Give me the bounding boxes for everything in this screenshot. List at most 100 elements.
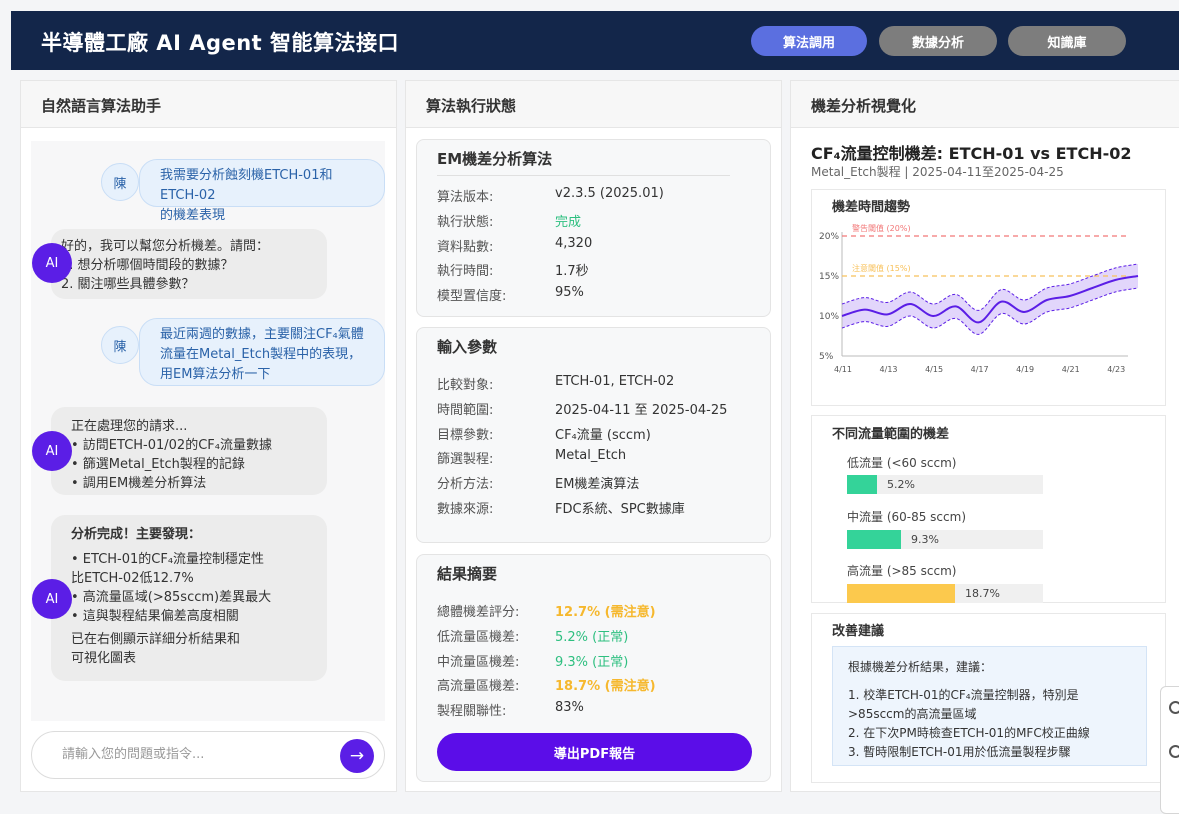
advice-content: 根據機差分析結果，建議： 1. 校準ETCH-01的CF₄流量控制器，特別是 >… bbox=[832, 646, 1147, 766]
user-avatar: 陳 bbox=[101, 326, 139, 364]
message-line: • 調用EM機差分析算法 bbox=[71, 476, 207, 491]
app-header: 半導體工廠 AI Agent 智能算法接口 算法調用 數據分析 知識庫 bbox=[11, 11, 1179, 70]
advice-item: 1. 校準ETCH-01的CF₄流量控制器，特別是 bbox=[848, 688, 1079, 702]
range-track: 5.2% bbox=[847, 475, 1043, 494]
score-value: 12.7% (需注意) bbox=[555, 605, 656, 620]
advice-title: 改善建議 bbox=[832, 624, 885, 639]
advice-box: 改善建議 根據機差分析結果，建議： 1. 校準ETCH-01的CF₄流量控制器，… bbox=[811, 613, 1166, 783]
message-line: 正在處理您的請求... bbox=[71, 419, 188, 434]
score-value: 5.2% (正常) bbox=[555, 630, 629, 645]
kv-key: 模型置信度: bbox=[437, 289, 507, 304]
flow-range-box: 不同流量範圍的機差 低流量 (<60 sccm) 5.2% 中流量 (60-85… bbox=[811, 415, 1166, 603]
viz-panel-header: 機差分析視覺化 bbox=[791, 81, 1179, 128]
chart-subtitle: Metal_Etch製程 | 2025-04-11至2025-04-25 bbox=[811, 165, 1064, 179]
ai-message: 好的，我可以幫您分析機差。請問： 1. 想分析哪個時間段的數據？ 2. 關注哪些… bbox=[51, 229, 327, 299]
x-tick-label: 4/19 bbox=[1016, 365, 1034, 374]
settings-icon[interactable] bbox=[1169, 745, 1179, 758]
kv-key: 低流量區機差: bbox=[437, 630, 520, 645]
input-params-card: 輸入參數 比較對象: ETCH-01, ETCH-02 時間範圍: 2025-04-… bbox=[416, 327, 771, 543]
arrow-right-icon: → bbox=[349, 746, 365, 766]
kv-key: 比較對象: bbox=[437, 378, 494, 393]
kv-key: 目標參數: bbox=[437, 428, 494, 443]
message-line: 已在右側顯示詳細分析結果和 bbox=[71, 632, 241, 647]
ai-avatar: AI bbox=[32, 579, 72, 619]
x-tick-label: 4/15 bbox=[925, 365, 943, 374]
kv-value: 2025-04-11 至 2025-04-25 bbox=[555, 403, 728, 418]
trend-chart: 警告閾值 (20%) 注意閾值 (15%) 20% 15% 10% 5%4/11 4/13… bbox=[819, 223, 1139, 374]
advice-intro: 根據機差分析結果，建議： bbox=[848, 660, 993, 674]
range-bar bbox=[847, 475, 877, 494]
chat-panel: 自然語言算法助手 陳 我需要分析蝕刻機ETCH-01和ETCH-02 的機差表現… bbox=[20, 80, 397, 792]
message-line: 2. 關注哪些具體參數？ bbox=[61, 277, 195, 292]
kv-key: 執行狀態: bbox=[437, 215, 494, 230]
floating-toolbar[interactable] bbox=[1160, 686, 1179, 814]
ai-avatar: AI bbox=[32, 431, 72, 471]
tab-algorithm-call[interactable]: 算法調用 bbox=[751, 26, 867, 56]
ai-message: 分析完成！主要發現： • ETCH-01的CF₄流量控制穩定性 比ETCH-02… bbox=[51, 515, 327, 681]
message-line: 用EM算法分析一下 bbox=[160, 367, 271, 382]
message-line: 可視化圖表 bbox=[71, 651, 137, 666]
kv-key: 高流量區機差: bbox=[437, 679, 520, 694]
score-value: 18.7% (需注意) bbox=[555, 679, 656, 694]
export-pdf-button[interactable]: 導出PDF報告 bbox=[437, 733, 752, 771]
flow-range-title: 不同流量範圍的機差 bbox=[832, 427, 950, 442]
kv-key: 中流量區機差: bbox=[437, 655, 520, 670]
range-track: 18.7% bbox=[847, 584, 1043, 603]
chat-messages[interactable]: 陳 我需要分析蝕刻機ETCH-01和ETCH-02 的機差表現 好的，我可以幫您… bbox=[31, 141, 385, 721]
divider bbox=[437, 175, 730, 176]
user-avatar: 陳 bbox=[101, 163, 139, 201]
ai-message: 正在處理您的請求... • 訪問ETCH-01/02的CF₄流量數據 • 篩選M… bbox=[51, 407, 327, 495]
y-tick-label: 15% bbox=[819, 272, 839, 282]
kv-key: 執行時間: bbox=[437, 264, 494, 279]
advice-item: 2. 在下次PM時檢查ETCH-01的MFC校正曲線 bbox=[848, 726, 1090, 740]
params-card-title: 輸入參數 bbox=[437, 338, 498, 356]
chart-title: CF₄流量控制機差: ETCH-01 vs ETCH-02 bbox=[811, 144, 1132, 163]
range-value: 18.7% bbox=[965, 587, 1000, 600]
chat-input-box: → bbox=[31, 731, 385, 779]
message-line: 流量在Metal_Etch製程中的表現， bbox=[160, 347, 362, 362]
kv-value: Metal_Etch bbox=[555, 448, 627, 463]
message-line: 最近兩週的數據，主要關注CF₄氣體 bbox=[160, 327, 364, 342]
kv-value: CF₄流量 (sccm) bbox=[555, 428, 651, 443]
message-line: 我需要分析蝕刻機ETCH-01和ETCH-02 bbox=[160, 168, 333, 203]
kv-key: 總體機差評分: bbox=[437, 605, 520, 620]
kv-key: 資料點數: bbox=[437, 240, 494, 255]
search-icon[interactable] bbox=[1169, 701, 1179, 714]
score-value: 9.3% (正常) bbox=[555, 655, 629, 670]
app-title: 半導體工廠 AI Agent 智能算法接口 bbox=[41, 31, 400, 55]
kv-value: 83% bbox=[555, 700, 584, 715]
y-tick-label: 20% bbox=[819, 232, 839, 242]
message-line: 比ETCH-02低12.7% bbox=[71, 571, 194, 586]
kv-value: FDC系統、SPC數據庫 bbox=[555, 502, 685, 517]
message-line: 的機差表現 bbox=[160, 208, 226, 223]
send-button[interactable]: → bbox=[340, 739, 374, 773]
tab-knowledge-base[interactable]: 知識庫 bbox=[1008, 26, 1126, 56]
kv-value: EM機差演算法 bbox=[555, 477, 640, 492]
message-line: 好的，我可以幫您分析機差。請問： bbox=[61, 239, 270, 254]
x-tick-label: 4/17 bbox=[971, 365, 989, 374]
kv-value: 4,320 bbox=[555, 236, 593, 251]
viz-panel: 機差分析視覺化 CF₄流量控制機差: ETCH-01 vs ETCH-02 Me… bbox=[790, 80, 1179, 792]
message-line: • 訪問ETCH-01/02的CF₄流量數據 bbox=[71, 438, 272, 453]
range-track: 9.3% bbox=[847, 530, 1043, 549]
x-tick-label: 4/21 bbox=[1062, 365, 1080, 374]
message-line: • 高流量區域(>85sccm)差異最大 bbox=[71, 590, 272, 605]
range-value: 5.2% bbox=[887, 478, 915, 491]
chat-input[interactable] bbox=[60, 746, 324, 763]
algorithm-card-title: EM機差分析算法 bbox=[437, 150, 553, 168]
message-heading: 分析完成！主要發現： bbox=[71, 527, 202, 542]
kv-key: 製程關聯性: bbox=[437, 704, 507, 719]
tab-data-analysis[interactable]: 數據分析 bbox=[879, 26, 997, 56]
x-tick-label: 4/13 bbox=[880, 365, 898, 374]
y-tick-label: 10% bbox=[819, 312, 839, 322]
chat-panel-header: 自然語言算法助手 bbox=[21, 81, 396, 128]
viz-panel-title: 機差分析視覺化 bbox=[811, 97, 917, 115]
x-tick-label: 4/23 bbox=[1107, 365, 1125, 374]
range-label: 低流量 (<60 sccm) bbox=[847, 456, 957, 470]
user-message: 最近兩週的數據，主要關注CF₄氣體 流量在Metal_Etch製程中的表現， 用… bbox=[139, 318, 385, 386]
result-summary-card: 結果摘要 總體機差評分: 12.7% (需注意) 低流量區機差: 5.2% (正常)… bbox=[416, 554, 771, 782]
x-tick-label: 4/11 bbox=[834, 365, 852, 374]
range-value: 9.3% bbox=[911, 533, 939, 546]
status-value: 完成 bbox=[555, 215, 582, 230]
advice-item: >85sccm的高流量區域 bbox=[848, 707, 977, 721]
